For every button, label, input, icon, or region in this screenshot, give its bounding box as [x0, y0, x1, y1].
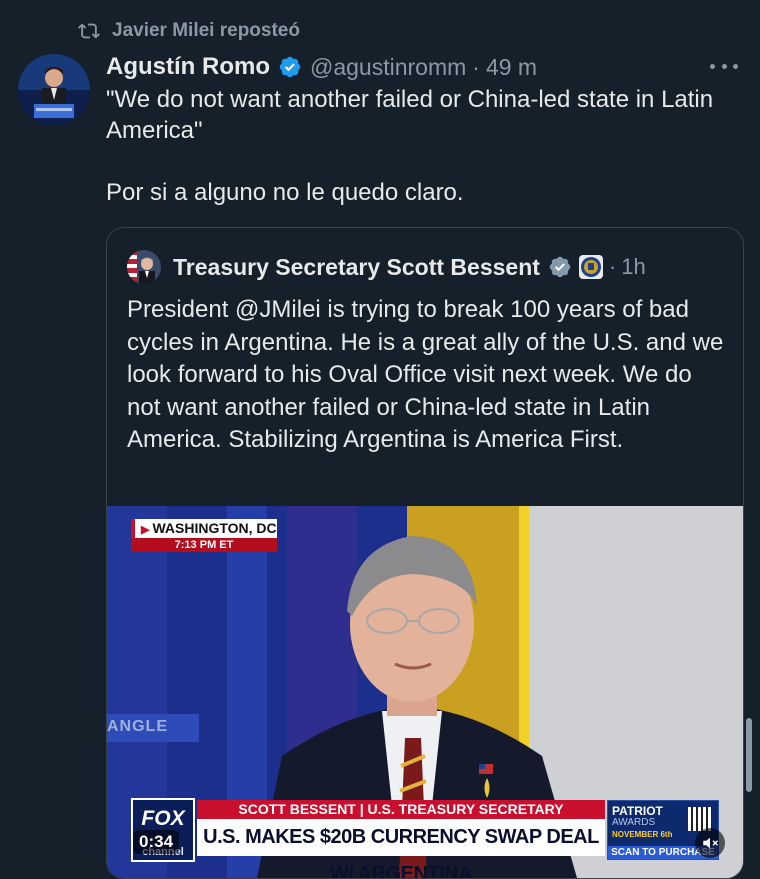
- tweet-header: Agustín Romo @agustinromm · 49 m: [106, 50, 537, 84]
- tweet-text: "We do not want another failed or China-…: [106, 84, 726, 208]
- treasury-seal-icon[interactable]: [578, 254, 604, 280]
- tweet-quote-line: "We do not want another failed or China-…: [106, 86, 714, 144]
- location-time: 7:13 PM ET: [131, 538, 277, 552]
- separator-dot: ·: [472, 53, 480, 80]
- embedded-video[interactable]: ▶WASHINGTON, DC 7:13 PM ET ANGLE FOX cha…: [107, 506, 743, 878]
- network-name: FOX: [141, 807, 185, 830]
- mute-button[interactable]: [695, 828, 725, 858]
- location-badge: ▶ WASHINGTON, DC 7:13 PM ET: [131, 519, 277, 552]
- author-avatar[interactable]: [18, 54, 90, 126]
- video-timer: 0:34: [133, 830, 180, 854]
- headline-bar: U.S. MAKES $20B CURRENCY SWAP DEAL W/ AR…: [197, 819, 605, 878]
- ad-subtitle: AWARDS: [612, 817, 656, 828]
- quoted-author-avatar[interactable]: [127, 250, 161, 284]
- verified-badge-icon[interactable]: [278, 55, 302, 79]
- quoted-tweet[interactable]: Treasury Secretary Scott Bessent · 1h Pr…: [106, 227, 744, 879]
- repost-icon: [78, 23, 100, 39]
- tweet-comment-line: Por si a alguno no le quedo claro.: [106, 179, 464, 206]
- wall-label: ANGLE: [107, 718, 168, 735]
- scrollbar[interactable]: [746, 718, 752, 792]
- author-handle[interactable]: @agustinromm: [310, 54, 466, 81]
- location-label: WASHINGTON, DC: [152, 520, 277, 536]
- quoted-author-name[interactable]: Treasury Secretary Scott Bessent: [173, 254, 540, 281]
- lower-third: FOX channel SCOTT BESSENT | U.S. TREASUR…: [107, 792, 743, 878]
- quoted-tweet-text: President @JMilei is trying to break 100…: [127, 296, 724, 453]
- repost-label: Javier Milei reposteó: [112, 20, 300, 41]
- ad-date: NOVEMBER 6th: [612, 830, 673, 839]
- author-name[interactable]: Agustín Romo: [106, 53, 270, 81]
- separator-dot: ·: [608, 254, 617, 279]
- gray-verified-badge-icon[interactable]: [548, 255, 572, 279]
- quoted-timestamp[interactable]: 1h: [621, 254, 645, 280]
- quoted-tweet-header: Treasury Secretary Scott Bessent · 1h: [127, 250, 646, 284]
- ad-title: PATRIOT: [612, 804, 663, 818]
- name-bar: SCOTT BESSENT | U.S. TREASURY SECRETARY: [197, 800, 605, 819]
- speaker-muted-icon: [703, 837, 719, 849]
- tweet-timestamp[interactable]: 49 m: [486, 54, 537, 81]
- repost-header[interactable]: Javier Milei reposteó: [78, 14, 300, 48]
- more-options-icon[interactable]: [710, 56, 738, 76]
